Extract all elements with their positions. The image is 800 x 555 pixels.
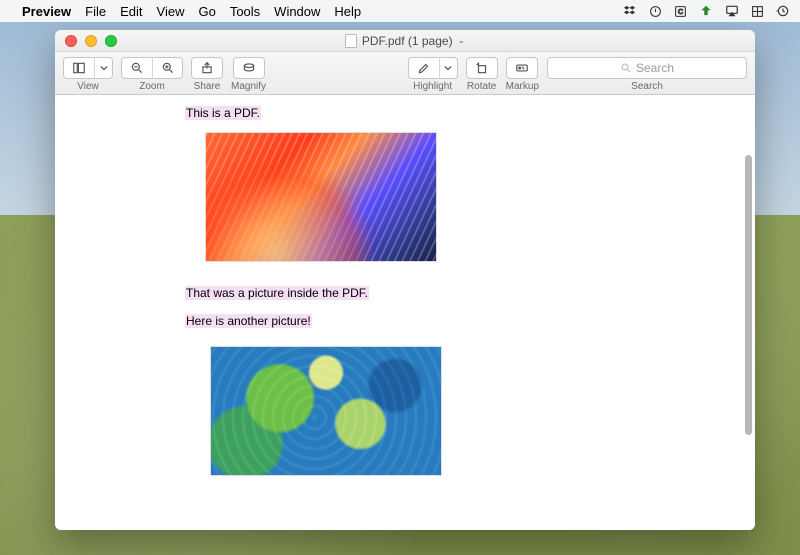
embedded-image-1[interactable] <box>205 132 437 262</box>
document-text-3[interactable]: Here is another picture! <box>185 314 312 328</box>
close-button[interactable] <box>65 35 77 47</box>
menu-help[interactable]: Help <box>334 4 361 19</box>
preview-window: PDF.pdf (1 page) ⌄ View Zoom Share <box>55 30 755 530</box>
window-title: PDF.pdf (1 page) <box>362 34 453 48</box>
fullscreen-button[interactable] <box>105 35 117 47</box>
title-dropdown-icon[interactable]: ⌄ <box>458 35 466 46</box>
dropbox-icon[interactable] <box>623 4 637 18</box>
time-machine-icon[interactable] <box>776 4 790 18</box>
markup-button[interactable] <box>507 57 537 79</box>
menu-file[interactable]: File <box>85 4 106 19</box>
menu-view[interactable]: View <box>157 4 185 19</box>
share-button[interactable] <box>192 57 222 79</box>
status-icon-upload[interactable] <box>699 4 713 18</box>
embedded-image-2[interactable] <box>210 346 442 476</box>
view-mode-dropdown[interactable] <box>94 57 112 79</box>
menu-window[interactable]: Window <box>274 4 320 19</box>
status-icon-grid[interactable] <box>751 5 764 18</box>
search-input[interactable]: Search <box>547 57 747 79</box>
share-label: Share <box>194 81 221 92</box>
rotate-label: Rotate <box>467 81 496 92</box>
rotate-button[interactable] <box>467 57 497 79</box>
search-placeholder: Search <box>636 61 674 75</box>
menu-go[interactable]: Go <box>198 4 215 19</box>
search-icon <box>620 62 632 74</box>
highlight-dropdown[interactable] <box>439 57 457 79</box>
airplay-icon[interactable] <box>725 4 739 18</box>
titlebar[interactable]: PDF.pdf (1 page) ⌄ <box>55 30 755 52</box>
vertical-scrollbar[interactable] <box>745 155 752 435</box>
minimize-button[interactable] <box>85 35 97 47</box>
document-text-1[interactable]: This is a PDF. <box>185 106 261 120</box>
markup-label: Markup <box>506 81 539 92</box>
zoom-out-button[interactable] <box>122 57 152 79</box>
toolbar: View Zoom Share Magnify <box>55 52 755 95</box>
svg-text:C: C <box>678 9 683 16</box>
document-text-2[interactable]: That was a picture inside the PDF. <box>185 286 369 300</box>
magnify-label: Magnify <box>231 81 266 92</box>
magnify-button[interactable] <box>234 57 264 79</box>
highlight-label: Highlight <box>413 81 452 92</box>
highlight-button[interactable] <box>409 57 439 79</box>
document-icon <box>345 34 357 48</box>
system-menubar: Preview File Edit View Go Tools Window H… <box>0 0 800 22</box>
status-icon-c[interactable]: C <box>674 5 687 18</box>
document-viewport[interactable]: This is a PDF. That was a picture inside… <box>55 95 755 530</box>
view-mode-button[interactable] <box>64 57 94 79</box>
zoom-in-button[interactable] <box>152 57 182 79</box>
menu-edit[interactable]: Edit <box>120 4 142 19</box>
view-label: View <box>77 81 99 92</box>
menu-tools[interactable]: Tools <box>230 4 260 19</box>
search-label: Search <box>631 81 663 92</box>
app-menu[interactable]: Preview <box>22 4 71 19</box>
zoom-label: Zoom <box>139 81 165 92</box>
status-icon-1[interactable] <box>649 5 662 18</box>
